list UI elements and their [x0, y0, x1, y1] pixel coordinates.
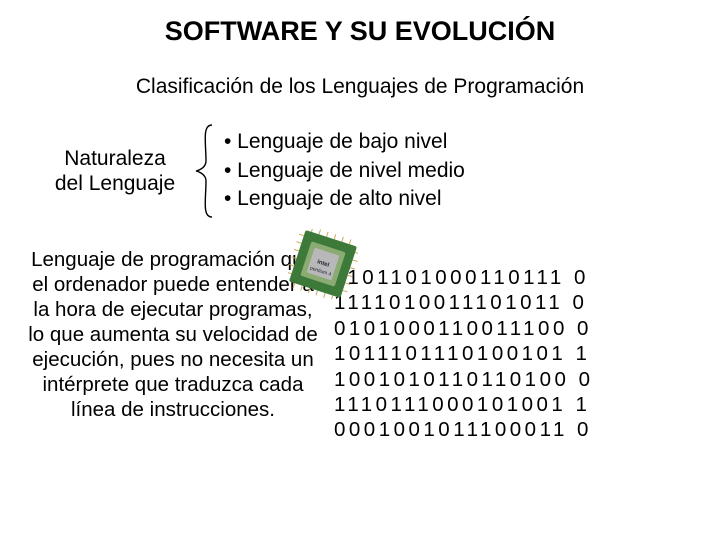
binary-block: 1101101000110111 0 1111010011101011 0 01…: [334, 265, 593, 443]
binary-row-2: 1111010011101011 0: [334, 291, 587, 314]
cpu-chip-image: intel pentium 4: [288, 229, 358, 299]
levels-list: • Lenguaje de bajo nivel • Lenguaje de n…: [224, 128, 465, 213]
level-low: • Lenguaje de bajo nivel: [224, 128, 465, 156]
slide-subtitle: Clasificación de los Lenguajes de Progra…: [0, 75, 720, 99]
binary-row-5: 1001010110110100 0: [334, 368, 593, 391]
nature-row: Naturaleza del Lenguaje • Lenguaje de ba…: [0, 123, 720, 219]
left-brace-icon: [192, 123, 220, 219]
low-level-description: Lenguaje de programación que el ordenado…: [28, 247, 318, 422]
description-row: Lenguaje de programación que el ordenado…: [0, 247, 720, 443]
level-mid: • Lenguaje de nivel medio: [224, 157, 465, 185]
level-high: • Lenguaje de alto nivel: [224, 185, 465, 213]
nature-line-1: Naturaleza: [64, 147, 166, 170]
binary-row-6: 1110111000101001 1: [334, 393, 590, 416]
nature-label: Naturaleza del Lenguaje: [40, 146, 190, 196]
binary-row-7: 0001001011100011 0: [334, 418, 592, 441]
binary-row-4: 1011101110100101 1: [334, 342, 590, 365]
nature-line-2: del Lenguaje: [55, 172, 175, 195]
binary-row-3: 0101000110011100 0: [334, 317, 592, 340]
slide-title: SOFTWARE Y SU EVOLUCIÓN: [0, 0, 720, 47]
binary-row-1: 1101101000110111 0: [334, 266, 589, 289]
